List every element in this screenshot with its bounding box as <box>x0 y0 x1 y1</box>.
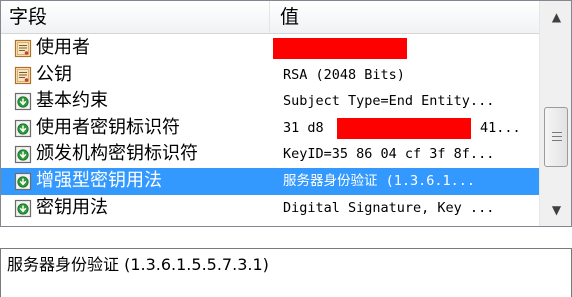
certificate-icon <box>14 39 32 58</box>
scrollbar-thumb[interactable] <box>544 107 568 167</box>
field-value-text: Subject Type=End Entity... <box>283 93 495 110</box>
field-name: 公钥 <box>36 63 72 85</box>
field-value: KeyID=35 86 04 cf 3f 8f... <box>283 141 539 168</box>
list-item[interactable]: 基本约束 Subject Type=End Entity... <box>1 88 539 115</box>
field-name: 基本约束 <box>36 90 108 112</box>
field-value: Subject Type=End Entity... <box>283 88 539 115</box>
list-item[interactable]: 使用者密钥标识符 31 d8 41... <box>1 115 539 142</box>
vertical-scrollbar[interactable]: ▲ ▼ <box>539 1 571 226</box>
field-value: 服务器身份验证 (1.3.6.1... <box>283 168 539 195</box>
column-header-field[interactable]: 字段 <box>1 1 270 33</box>
extension-icon <box>14 92 32 111</box>
grip-line <box>552 136 562 137</box>
certificate-fields-list[interactable]: 字段 值 使用者 公钥 RSA (2048 Bits) 基本约束 Subject… <box>0 0 572 227</box>
extension-icon <box>14 172 32 191</box>
field-detail-box[interactable]: 服务器身份验证 (1.3.6.1.5.5.7.3.1) <box>0 248 572 297</box>
field-name: 使用者密钥标识符 <box>36 116 180 138</box>
scroll-up-arrow-icon[interactable]: ▲ <box>540 1 571 33</box>
field-name: 增强型密钥用法 <box>36 169 162 191</box>
certificate-icon <box>14 66 32 85</box>
scroll-down-arrow-icon[interactable]: ▼ <box>540 194 571 226</box>
field-value: 31 d8 41... <box>283 115 539 142</box>
extension-icon <box>14 199 32 218</box>
field-value-text: RSA (2048 Bits) <box>283 66 405 83</box>
list-header: 字段 值 <box>1 1 539 34</box>
field-name: 使用者 <box>36 37 90 58</box>
extension-icon <box>14 119 32 138</box>
redaction-bar <box>273 38 407 59</box>
field-value-text: Digital Signature, Key ... <box>283 199 495 216</box>
list-item[interactable]: 公钥 RSA (2048 Bits) <box>1 62 539 89</box>
field-value: Digital Signature, Key ... <box>283 195 539 222</box>
list-item[interactable]: 使用者 <box>1 35 539 62</box>
field-detail-text: 服务器身份验证 (1.3.6.1.5.5.7.3.1) <box>7 255 269 274</box>
certificate-details-panel: 字段 值 使用者 公钥 RSA (2048 Bits) 基本约束 Subject… <box>0 0 572 297</box>
field-value <box>273 35 539 62</box>
field-value-text: 31 d8 <box>283 119 324 136</box>
column-header-value[interactable]: 值 <box>270 1 539 33</box>
grip-line <box>552 140 562 141</box>
redaction-bar <box>337 117 471 139</box>
field-name: 颁发机构密钥标识符 <box>36 143 198 165</box>
list-item[interactable]: 颁发机构密钥标识符 KeyID=35 86 04 cf 3f 8f... <box>1 141 539 168</box>
grip-line <box>552 132 562 133</box>
field-value-text: 服务器身份验证 (1.3.6.1... <box>283 172 476 189</box>
field-value-text: KeyID=35 86 04 cf 3f 8f... <box>283 146 495 163</box>
list-rows: 使用者 公钥 RSA (2048 Bits) 基本约束 Subject Type… <box>1 35 539 221</box>
field-value-tail: 41... <box>480 119 521 136</box>
extension-icon <box>14 145 32 164</box>
list-item[interactable]: 密钥用法 Digital Signature, Key ... <box>1 195 539 222</box>
field-value: RSA (2048 Bits) <box>283 62 539 89</box>
field-name: 密钥用法 <box>36 196 108 218</box>
list-item-selected[interactable]: 增强型密钥用法 服务器身份验证 (1.3.6.1... <box>1 167 539 195</box>
